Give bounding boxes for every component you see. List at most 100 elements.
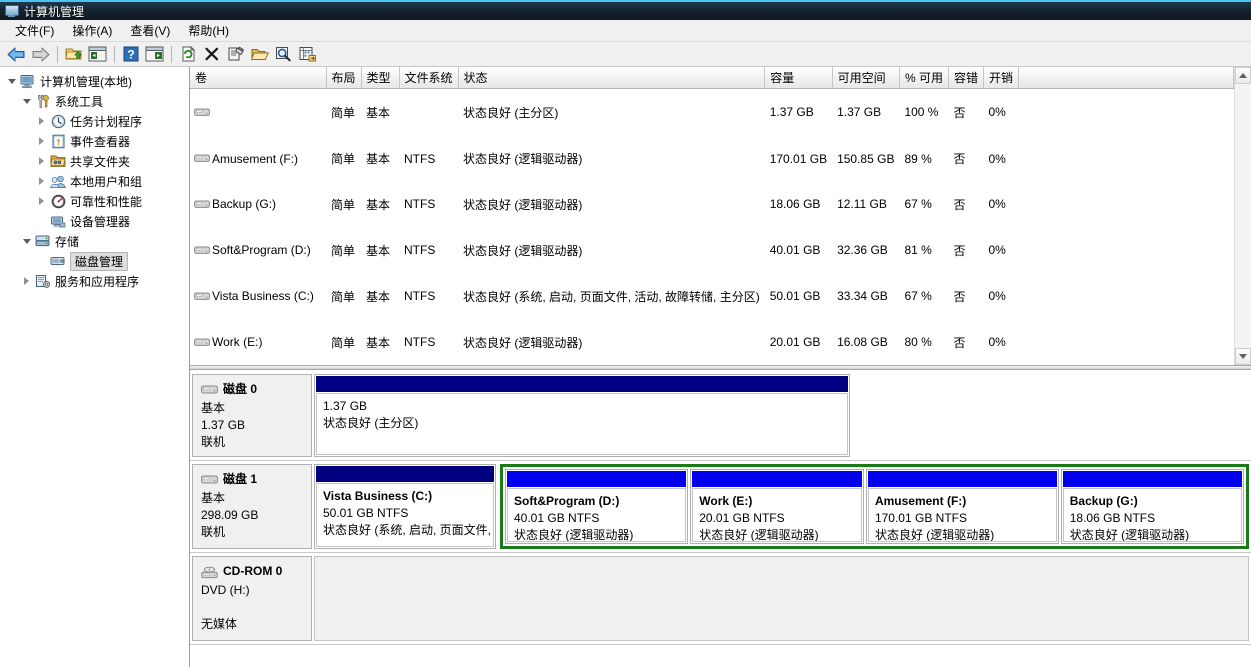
disk-type: DVD (H:) [201, 583, 250, 597]
partition-color-bar [316, 376, 848, 392]
partition-size: 50.01 GB NTFS [323, 506, 409, 520]
cell-layout: 简单 [331, 197, 356, 212]
volume-table-wrap: 卷 布局 类型 文件系统 状态 容量 可用空间 % 可用 容错 开销 简单 基本… [190, 67, 1251, 365]
disk-label-disk0[interactable]: 磁盘 0 基本 1.37 GB 联机 [192, 374, 312, 457]
table-row[interactable]: Soft&Program (D:) 简单 基本 NTFS 状态良好 (逻辑驱动器… [190, 227, 1234, 273]
cell-filesystem: NTFS [404, 289, 436, 304]
column-header-filesystem[interactable]: 文件系统 [399, 67, 459, 89]
tree-item-computer-management[interactable]: 计算机管理(本地) [0, 71, 189, 91]
cdrom-icon [201, 566, 218, 578]
column-header-fault-tolerance[interactable]: 容错 [948, 67, 984, 89]
table-row[interactable]: Amusement (F:) 简单 基本 NTFS 状态良好 (逻辑驱动器) 1… [190, 136, 1234, 182]
cell-percent-free: 67 % [904, 289, 932, 304]
tree-item-reliability-performance[interactable]: 可靠性和性能 [0, 191, 189, 211]
cell-capacity: 50.01 GB [769, 289, 821, 304]
partition-block-e[interactable]: Work (E:) 20.01 GB NTFS 状态良好 (逻辑驱动器) [690, 469, 864, 544]
column-header-capacity[interactable]: 容量 [764, 67, 833, 89]
expander-icon[interactable] [34, 111, 49, 131]
table-row[interactable]: 简单 基本 状态良好 (主分区) 1.37 GB 1.37 GB 100 % 否… [190, 89, 1234, 136]
show-actions-icon[interactable] [143, 44, 166, 65]
expander-icon[interactable] [19, 91, 34, 111]
help-icon[interactable]: ? [119, 44, 142, 65]
partition-color-bar [316, 466, 494, 482]
disk-label-cdrom0[interactable]: CD-ROM 0 DVD (H:) 无媒体 [192, 556, 312, 641]
toolbar-separator-2 [114, 45, 115, 63]
column-header-volume[interactable]: 卷 [190, 67, 327, 89]
disk-row: 磁盘 1 基本 298.09 GB 联机 Vista Business (C:)… [190, 461, 1251, 553]
cell-fault-tolerance: 否 [953, 105, 966, 120]
cell-layout: 简单 [331, 289, 356, 304]
partition-size: 20.01 GB NTFS [699, 511, 785, 525]
expander-icon[interactable] [34, 151, 49, 171]
partition-block-g[interactable]: Backup (G:) 18.06 GB NTFS 状态良好 (逻辑驱动器) [1060, 469, 1244, 544]
tree-item-services-applications[interactable]: 服务和应用程序 [0, 271, 189, 291]
column-header-percent-free[interactable]: % 可用 [899, 67, 949, 89]
tree-item-local-users-groups[interactable]: 本地用户和组 [0, 171, 189, 191]
tree-item-shared-folders[interactable]: 共享文件夹 [0, 151, 189, 171]
menu-item-file[interactable]: 文件(F) [6, 20, 63, 41]
disk-name: 磁盘 1 [223, 472, 258, 486]
expander-icon[interactable] [34, 131, 49, 151]
menu-item-action[interactable]: 操作(A) [63, 20, 121, 41]
partition-block[interactable]: 1.37 GB 状态良好 (主分区) [314, 374, 850, 457]
tree-item-label: 存储 [55, 234, 80, 249]
scrollbar-track[interactable] [1235, 84, 1251, 348]
volume-list-scrollbar[interactable] [1234, 67, 1251, 365]
expander-icon[interactable] [34, 171, 49, 191]
table-row[interactable]: Vista Business (C:) 简单 基本 NTFS 状态良好 (系统,… [190, 273, 1234, 319]
volume-name: Soft&Program (D:) [212, 243, 311, 258]
refresh-icon[interactable] [176, 44, 199, 65]
column-header-type[interactable]: 类型 [361, 67, 400, 89]
column-header-overhead[interactable]: 开销 [983, 67, 1020, 89]
disk-type: 基本 [201, 401, 226, 415]
sidebar-item-disk-management[interactable]: 磁盘管理 [0, 251, 189, 271]
up-folder-icon[interactable] [62, 44, 85, 65]
table-row[interactable]: Work (E:) 简单 基本 NTFS 状态良好 (逻辑驱动器) 20.01 … [190, 319, 1234, 365]
extended-partition-container[interactable]: Soft&Program (D:) 40.01 GB NTFS 状态良好 (逻辑… [500, 464, 1249, 549]
column-header-layout[interactable]: 布局 [326, 67, 362, 89]
cdrom-empty-area[interactable] [314, 556, 1249, 641]
partition-block-f[interactable]: Amusement (F:) 170.01 GB NTFS 状态良好 (逻辑驱动… [865, 469, 1059, 544]
expander-icon[interactable] [19, 231, 34, 251]
back-icon[interactable] [5, 44, 28, 65]
tree-item-system-tools[interactable]: 系统工具 [0, 91, 189, 111]
expander-icon[interactable] [34, 191, 49, 211]
tree-item-task-scheduler[interactable]: 任务计划程序 [0, 111, 189, 131]
expander-placeholder [34, 251, 49, 271]
cell-filler [1019, 319, 1234, 365]
properties-icon[interactable] [224, 44, 247, 65]
cell-fault-tolerance: 否 [953, 152, 966, 167]
disk-partitions [314, 556, 1249, 641]
forward-icon[interactable] [29, 44, 52, 65]
column-header-free-space[interactable]: 可用空间 [832, 67, 900, 89]
cell-status: 状态良好 (系统, 启动, 页面文件, 活动, 故障转储, 主分区) [463, 289, 760, 304]
tree-item-event-viewer[interactable]: 事件查看器 [0, 131, 189, 151]
partition-status: 状态良好 (逻辑驱动器) [699, 528, 819, 542]
volume-list-pane: 卷 布局 类型 文件系统 状态 容量 可用空间 % 可用 容错 开销 简单 基本… [190, 67, 1251, 365]
export-list-icon[interactable] [296, 44, 319, 65]
tree-item-storage[interactable]: 存储 [0, 231, 189, 251]
column-header-status[interactable]: 状态 [458, 67, 766, 89]
show-tree-icon[interactable] [86, 44, 109, 65]
drive-icon [194, 245, 210, 256]
delete-icon[interactable] [200, 44, 223, 65]
scroll-up-icon[interactable] [1235, 67, 1251, 84]
cell-percent-free: 89 % [904, 151, 932, 166]
search-icon[interactable] [272, 44, 295, 65]
partition-block-d[interactable]: Soft&Program (D:) 40.01 GB NTFS 状态良好 (逻辑… [505, 469, 689, 544]
table-row[interactable]: Backup (G:) 简单 基本 NTFS 状态良好 (逻辑驱动器) 18.0… [190, 181, 1234, 227]
menu-item-view[interactable]: 查看(V) [121, 20, 179, 41]
cell-status: 状态良好 (逻辑驱动器) [463, 197, 583, 212]
event-viewer-icon [49, 133, 67, 149]
expander-icon[interactable] [19, 271, 34, 291]
disk-label-disk1[interactable]: 磁盘 1 基本 298.09 GB 联机 [192, 464, 312, 549]
open-folder-icon[interactable] [248, 44, 271, 65]
cell-overhead: 0% [988, 105, 1006, 120]
partition-block-c[interactable]: Vista Business (C:) 50.01 GB NTFS 状态良好 (… [314, 464, 496, 549]
partition-name: Soft&Program (D:) [514, 494, 620, 508]
tree-item-device-manager[interactable]: 设备管理器 [0, 211, 189, 231]
scroll-down-icon[interactable] [1235, 348, 1251, 365]
expander-icon[interactable] [4, 71, 19, 91]
menu-item-help[interactable]: 帮助(H) [179, 20, 238, 41]
tree-item-label: 计算机管理(本地) [40, 74, 132, 89]
